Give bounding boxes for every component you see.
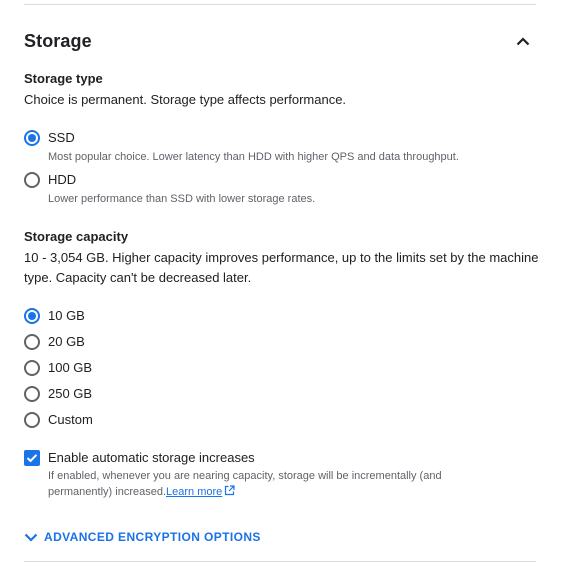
radio-20gb-label: 20 GB (48, 334, 85, 349)
radio-ssd-label: SSD (48, 130, 75, 145)
radio-250gb-indicator[interactable] (24, 386, 40, 402)
radio-ssd-description: Most popular choice. Lower latency than … (48, 151, 459, 163)
radio-10gb-indicator[interactable] (24, 308, 40, 324)
auto-increase-description: If enabled, whenever you are nearing cap… (48, 468, 488, 501)
radio-250gb[interactable]: 250 GB (24, 384, 92, 404)
bottom-divider (24, 561, 536, 562)
radio-100gb[interactable]: 100 GB (24, 358, 92, 378)
radio-hdd-indicator[interactable] (24, 172, 40, 188)
radio-100gb-label: 100 GB (48, 360, 93, 375)
chevron-down-icon (24, 533, 38, 542)
auto-increase-checkbox[interactable] (24, 450, 40, 466)
radio-hdd-description: Lower performance than SSD with lower st… (48, 193, 316, 205)
open-in-new-icon[interactable] (224, 485, 235, 501)
chevron-up-icon (516, 36, 530, 45)
radio-ssd-indicator[interactable] (24, 130, 40, 146)
radio-custom-indicator[interactable] (24, 412, 40, 428)
storage-capacity-description-line1: 10 - 3,054 GB. Higher capacity improves … (24, 250, 539, 265)
auto-increase-checkbox-row[interactable]: Enable automatic storage increases (24, 448, 255, 468)
radio-hdd-label: HDD (48, 172, 77, 187)
radio-custom-label: Custom (48, 412, 93, 427)
auto-increase-label: Enable automatic storage increases (48, 450, 255, 465)
radio-hdd[interactable]: HDD (24, 170, 76, 190)
advanced-encryption-options-button[interactable]: ADVANCED ENCRYPTION OPTIONS (24, 528, 261, 546)
advanced-encryption-options-label: ADVANCED ENCRYPTION OPTIONS (44, 530, 261, 544)
radio-20gb[interactable]: 20 GB (24, 332, 85, 352)
checkmark-icon (26, 454, 38, 463)
storage-capacity-description-line2: type. Capacity can't be decreased later. (24, 270, 252, 285)
section-title: Storage (24, 31, 92, 51)
auto-increase-description-text: If enabled, whenever you are nearing cap… (48, 470, 442, 498)
radio-ssd[interactable]: SSD (24, 128, 75, 148)
storage-type-title: Storage type (24, 71, 103, 86)
radio-10gb-label: 10 GB (48, 308, 85, 323)
radio-250gb-label: 250 GB (48, 386, 93, 401)
top-divider (24, 4, 536, 5)
learn-more-link[interactable]: Learn more (166, 486, 222, 498)
radio-100gb-indicator[interactable] (24, 360, 40, 376)
radio-20gb-indicator[interactable] (24, 334, 40, 350)
storage-capacity-title: Storage capacity (24, 229, 129, 244)
storage-type-description: Choice is permanent. Storage type affect… (24, 92, 347, 107)
radio-10gb[interactable]: 10 GB (24, 306, 85, 326)
collapse-section-button[interactable] (512, 30, 534, 52)
radio-custom[interactable]: Custom (24, 410, 93, 430)
